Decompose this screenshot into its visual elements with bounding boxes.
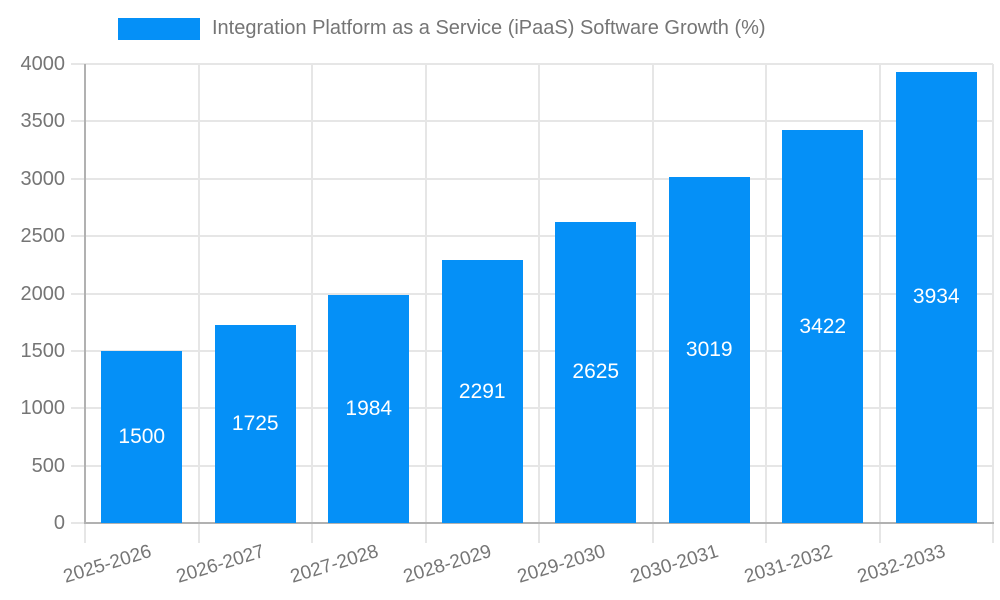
- x-gridline: [197, 64, 200, 543]
- bar-chart: Integration Platform as a Service (iPaaS…: [0, 0, 1000, 600]
- y-axis-line: [84, 64, 86, 523]
- x-axis-tick-label: 2026-2027: [174, 541, 268, 588]
- y-axis-tick-label: 500: [31, 454, 65, 477]
- legend-swatch: [118, 17, 200, 40]
- y-axis-tick-label: 4000: [20, 53, 66, 75]
- x-gridline: [992, 64, 994, 543]
- x-gridline: [424, 64, 427, 543]
- bar-value-label: 1984: [345, 397, 393, 421]
- x-axis-tick-label: 2027-2028: [287, 541, 381, 588]
- x-gridline: [538, 64, 540, 543]
- x-axis-tick-label: 2028-2029: [401, 541, 495, 588]
- x-gridline: [311, 64, 313, 543]
- x-axis-tick-label: 2025-2026: [60, 541, 154, 588]
- x-axis-tick-label: 2029-2030: [514, 541, 608, 588]
- x-gridline: [651, 64, 654, 543]
- y-axis-tick-label: 0: [53, 512, 65, 534]
- bar-value-label: 1500: [118, 424, 166, 448]
- bar-value-label: 3019: [685, 337, 733, 361]
- y-axis-tick-label: 1500: [20, 339, 66, 362]
- x-axis-tick-label: 2031-2032: [741, 541, 835, 588]
- x-axis-tick-label: 2030-2031: [628, 541, 722, 588]
- x-gridline: [765, 64, 767, 543]
- y-axis-tick-label: 2500: [20, 225, 66, 248]
- legend: Integration Platform as a Service (iPaaS…: [118, 17, 766, 40]
- bar-value-label: 3934: [912, 285, 960, 309]
- y-axis-tick-label: 3000: [20, 167, 66, 190]
- bar-value-label: 3422: [799, 314, 847, 338]
- y-axis-tick-label: 1000: [20, 397, 66, 420]
- y-axis-tick-label: 2000: [20, 282, 66, 305]
- bar-value-label: 2625: [572, 360, 620, 384]
- y-gridline: [71, 63, 993, 65]
- x-axis-tick-label: 2032-2033: [855, 541, 949, 588]
- bar-value-label: 2291: [458, 379, 506, 403]
- y-axis-tick-label: 3500: [20, 110, 66, 133]
- y-gridline: [71, 120, 993, 123]
- bar-value-label: 1725: [231, 412, 279, 436]
- x-gridline: [878, 64, 881, 543]
- legend-label: Integration Platform as a Service (iPaaS…: [212, 17, 766, 39]
